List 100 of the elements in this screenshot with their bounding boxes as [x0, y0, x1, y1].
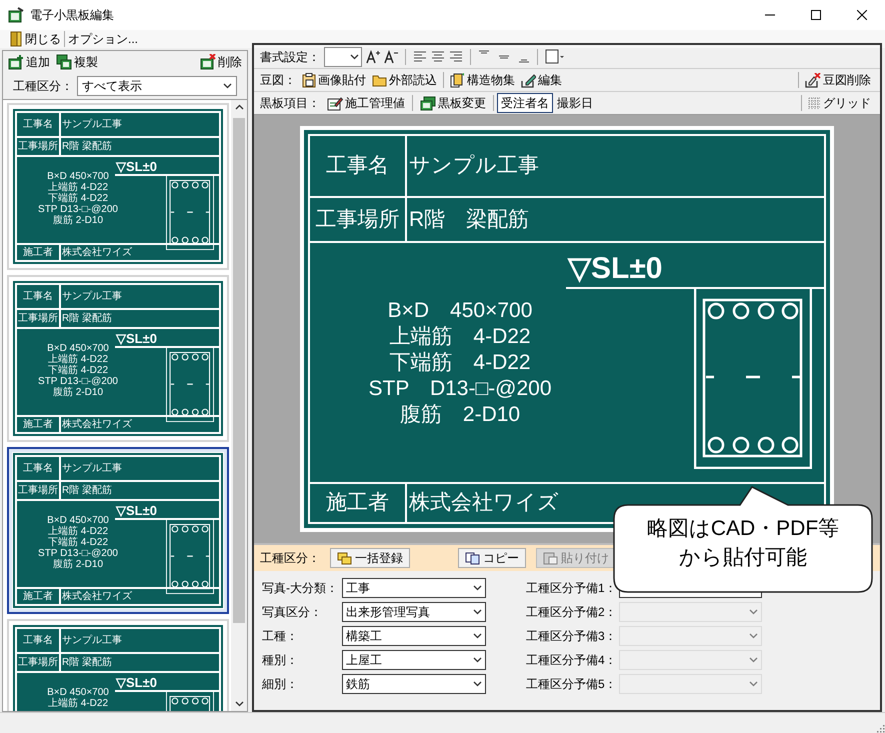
scroll-down-icon — [234, 701, 244, 707]
grid-icon — [808, 96, 821, 110]
scroll-up-icon — [234, 104, 244, 110]
board-value: R階 梁配筋 — [61, 140, 112, 154]
window-title: 電子小黒板編集 — [30, 7, 114, 24]
toolbar-button[interactable]: 外部読込 — [369, 70, 440, 90]
board-text-line: 腹筋 2-D10 — [52, 559, 103, 570]
board-list-item[interactable]: 工事名 サンプル工事 工事場所 R階 梁配筋 B×D 450×700 上端筋 4-D22 ▽SL±0 — [7, 619, 229, 711]
action-button[interactable]: 一括登録 — [330, 548, 410, 568]
toolbar-button[interactable]: 黒板変更 — [416, 93, 490, 113]
board-text-line: STP D13-□-@200 — [38, 204, 118, 215]
board-change-icon — [420, 96, 436, 110]
board-text-line: STP D13-□-@200 — [368, 376, 552, 402]
board-list-item[interactable]: 工事名 サンプル工事 工事場所 R階 梁配筋 B×D 450×700 上端筋 4-D22 下端筋 4-D22 STP D13-□-@200 腹筋 2-D10 ▽SL±0 施工者 株式会社ワイズ — [7, 447, 229, 614]
toolbar-button[interactable]: 複製 — [53, 52, 101, 72]
toolbar-button[interactable]: 豆図削除 — [802, 70, 874, 90]
folder-stack-icon — [337, 552, 352, 564]
board-text-line: 腹筋 2-D10 — [400, 402, 520, 428]
caret-icon — [223, 83, 232, 89]
classification-dropdown[interactable]: 鉄筋 — [342, 674, 486, 694]
board-edit-icon — [327, 96, 343, 110]
caret-icon — [473, 633, 482, 639]
toolbar-button[interactable]: 施工管理値 — [323, 93, 409, 113]
toolbar-button[interactable]: 構造物集 — [447, 70, 518, 90]
board-label: 工事場所 — [17, 310, 61, 327]
board-label: 工事名 — [17, 457, 61, 480]
item-label: 黒板項目： — [260, 95, 320, 112]
caret-icon — [473, 657, 482, 663]
level-mark: ▽SL±0 — [115, 503, 219, 520]
action-button[interactable]: コピー — [458, 548, 526, 568]
board-label: 工事場所 — [310, 198, 407, 241]
board-value: R階 梁配筋 — [61, 484, 112, 498]
scrollbar-thumb[interactable] — [233, 118, 245, 623]
delete-icon — [805, 72, 821, 88]
toolbar-button[interactable]: 編集 — [518, 70, 565, 90]
scrollbar[interactable] — [231, 100, 247, 711]
board-list-item[interactable]: 工事名 サンプル工事 工事場所 R階 梁配筋 B×D 450×700 上端筋 4-D22 下端筋 4-D22 STP D13-□-@200 腹筋 2-D10 ▽SL±0 施工者 株式会社ワイズ — [7, 275, 229, 442]
font-size-dropdown[interactable] — [324, 46, 362, 66]
board-add-icon — [8, 54, 24, 70]
board-label: 工事名 — [310, 136, 407, 196]
toolbar-button[interactable]: 追加 — [5, 52, 53, 72]
board-text-line: B×D 450×700 — [47, 343, 109, 354]
level-mark: ▽SL±0 — [566, 251, 824, 289]
board-label: 工事名 — [17, 629, 61, 652]
board-text-line: 下端筋 4-D22 — [48, 365, 108, 376]
level-mark: ▽SL±0 — [115, 331, 219, 348]
board-value: R階 梁配筋 — [61, 312, 112, 326]
toolbar-button[interactable]: グリッド — [805, 93, 874, 113]
filter-dropdown[interactable]: すべて表示 — [77, 76, 237, 96]
board-label: 施工者 — [310, 484, 407, 522]
board-list-item[interactable]: 工事名 サンプル工事 工事場所 R階 梁配筋 B×D 450×700 上端筋 4-D22 下端筋 4-D22 STP D13-□-@200 腹筋 2-D10 ▽SL±0 施工者 株式会社ワイズ — [7, 103, 229, 270]
caret-icon — [749, 657, 758, 663]
menu-item[interactable]: オプション... — [68, 30, 138, 48]
board-text-line: 下端筋 4-D22 — [48, 193, 108, 204]
board-label: 施工者 — [17, 245, 61, 260]
valign-bottom-icon — [518, 59, 530, 63]
board-text-line: 腹筋 2-D10 — [52, 215, 103, 226]
classification-label: 工種区分： — [260, 550, 320, 567]
board-value: サンプル工事 — [61, 462, 122, 476]
caret-icon — [749, 681, 758, 687]
resize-grip-icon — [875, 723, 885, 733]
caret-icon — [749, 633, 758, 639]
level-mark: ▽SL±0 — [115, 159, 219, 176]
caret-icon — [749, 609, 758, 615]
field-label: 工種区分予備4： — [526, 652, 618, 669]
classification-dropdown[interactable]: 出来形管理写真 — [342, 602, 486, 622]
font-shrink-icon — [384, 50, 398, 64]
caret-icon — [350, 54, 359, 60]
clipboard-icon — [302, 72, 316, 88]
board-copy-icon — [56, 54, 72, 70]
maximize-icon — [811, 10, 821, 20]
toolbar-button[interactable]: 撮影日 — [553, 93, 597, 113]
toolbar-button[interactable]: 受注者名 — [497, 93, 553, 113]
board-text-line: B×D 450×700 — [47, 687, 109, 698]
close-icon — [857, 10, 867, 20]
field-label: 工種： — [262, 628, 299, 645]
field-label: 工種区分予備5： — [526, 676, 618, 693]
toolbar-button[interactable]: 画像貼付 — [299, 70, 369, 90]
board-text-line: 下端筋 4-D22 — [48, 537, 108, 548]
board-text-line: 腹筋 2-D10 — [52, 387, 103, 398]
classification-dropdown[interactable]: 上屋工 — [342, 650, 486, 670]
board-text-line: 上端筋 4-D22 — [48, 354, 108, 365]
field-label: 細別： — [262, 676, 299, 693]
field-label: 工種区分予備1： — [526, 580, 618, 597]
tooltip-text: 略図はCAD・PDF等 — [646, 516, 840, 542]
board-text-line: 上端筋 4-D22 — [48, 526, 108, 537]
board-text-line: STP D13-□-@200 — [38, 376, 118, 387]
board-value: 株式会社ワイズ — [61, 246, 132, 260]
board-text-line: 上端筋 4-D22 — [48, 698, 108, 709]
caret-icon — [473, 609, 482, 615]
door-icon — [10, 31, 22, 47]
field-label: 工種区分予備3： — [526, 628, 618, 645]
classification-dropdown[interactable]: 工事 — [342, 578, 486, 598]
board-label: 工事名 — [17, 285, 61, 308]
valign-middle-icon — [498, 54, 510, 58]
toolbar-button[interactable]: 削除 — [197, 52, 245, 72]
paste-icon — [543, 551, 558, 565]
classification-dropdown[interactable]: 構築工 — [342, 626, 486, 646]
figure-label: 豆図： — [260, 72, 296, 89]
menu-item[interactable]: 閉じる — [10, 30, 61, 48]
